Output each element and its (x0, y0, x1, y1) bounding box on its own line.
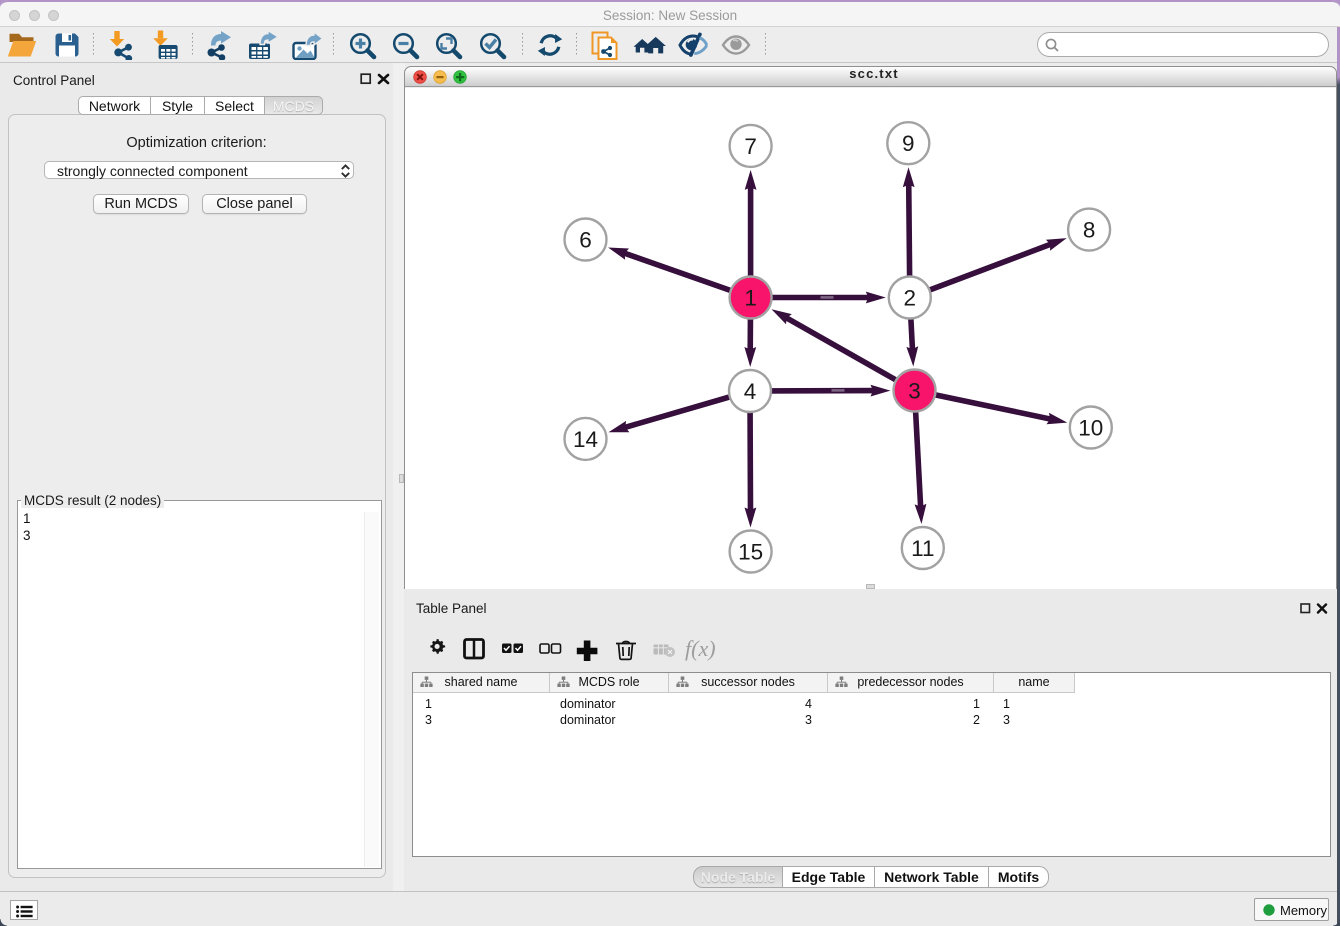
svg-text:11: 11 (911, 536, 934, 561)
svg-text:7: 7 (744, 134, 757, 159)
svg-text:8: 8 (1083, 218, 1096, 243)
svg-text:1: 1 (744, 286, 757, 311)
svg-text:4: 4 (744, 379, 757, 404)
svg-text:2: 2 (904, 286, 917, 311)
svg-text:10: 10 (1078, 416, 1103, 441)
svg-text:15: 15 (738, 540, 763, 565)
svg-text:f(x): f(x) (685, 637, 716, 661)
svg-text:3: 3 (908, 379, 921, 404)
svg-text:6: 6 (579, 228, 592, 253)
svg-text:9: 9 (902, 131, 915, 156)
svg-text:14: 14 (573, 427, 598, 452)
